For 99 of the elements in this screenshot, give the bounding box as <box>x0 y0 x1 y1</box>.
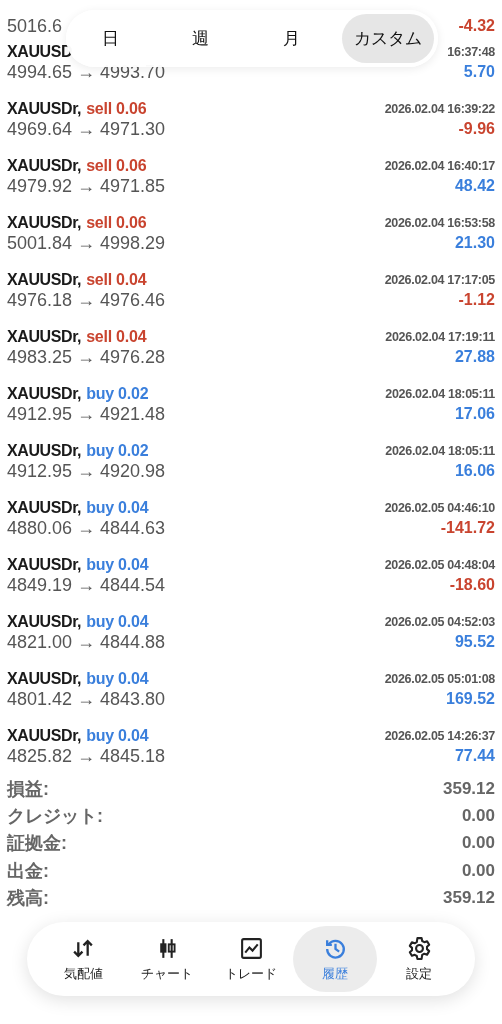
trade-profit: 77.44 <box>454 747 495 765</box>
order-type: buy <box>86 442 114 460</box>
trade-prices: 4969.64 → 4971.30 <box>7 118 166 140</box>
trade-prices: 4801.42 → 4843.80 <box>7 688 166 710</box>
symbol-label: XAUUSDr, <box>7 214 82 232</box>
period-tab[interactable]: 週 <box>160 14 241 63</box>
symbol-label: XAUUSDr, <box>7 727 82 745</box>
trade-time: 2026.02.04 18:05:11 <box>385 444 495 458</box>
symbol-label: XAUUSDr, <box>7 499 82 517</box>
trade-profit: 169.52 <box>446 690 495 708</box>
line-chart-icon <box>238 936 264 961</box>
order-volume: 0.04 <box>118 556 149 574</box>
trade-time: 2026.02.04 17:17:05 <box>384 273 495 287</box>
trade-time: 16:37:48 <box>447 45 495 59</box>
trade-prices: 4880.06 → 4844.63 <box>7 517 166 539</box>
summary-value: 359.12 <box>443 778 495 799</box>
order-type: sell <box>86 214 113 232</box>
trade-prices: 4912.95 → 4920.98 <box>7 460 166 482</box>
order-volume: 0.04 <box>118 727 149 745</box>
order-volume: 0.04 <box>118 613 149 631</box>
trade-prices: 4825.82 → 4845.18 <box>7 745 166 767</box>
symbol-label: XAUUSDr, <box>7 670 82 688</box>
order-volume: 0.02 <box>118 385 149 403</box>
order-type: sell <box>86 100 113 118</box>
order-volume: 0.04 <box>118 499 149 517</box>
symbol-label: XAUUSDr, <box>7 100 82 118</box>
trade-profit: -18.60 <box>449 576 495 594</box>
trade-prices: 4976.18 → 4976.46 <box>7 289 166 311</box>
order-type: buy <box>86 727 114 745</box>
order-type: buy <box>86 385 114 403</box>
summary-value: 359.12 <box>443 887 495 908</box>
order-type: sell <box>86 157 113 175</box>
trade-time: 2026.02.04 16:39:22 <box>384 102 495 116</box>
trade-profit: 17.06 <box>454 405 495 423</box>
summary-value: 0.00 <box>461 805 495 826</box>
nav-tab[interactable]: チャート <box>125 926 209 993</box>
trade-profit: 16.06 <box>454 462 495 480</box>
summary-label: 損益: <box>7 777 49 801</box>
trade-prices: 4821.00 → 4844.88 <box>7 631 166 653</box>
order-volume: 0.06 <box>116 157 147 175</box>
order-type: sell <box>86 328 113 346</box>
nav-tab[interactable]: 気配値 <box>41 926 125 993</box>
trade-profit: 21.30 <box>454 234 495 252</box>
settings-icon <box>406 936 432 961</box>
symbol-label: XAUUSDr, <box>7 271 82 289</box>
trade-time: 2026.02.04 18:05:11 <box>385 387 495 401</box>
trade-time: 2026.02.05 04:48:04 <box>384 558 495 572</box>
symbol-label: XAUUSDr, <box>7 613 82 631</box>
symbol-label: XAUUSDr, <box>7 385 82 403</box>
summary-label: 残高: <box>7 886 49 910</box>
summary-label: 証拠金: <box>7 832 67 856</box>
order-volume: 0.04 <box>118 670 149 688</box>
trade-prices: 4983.25 → 4976.28 <box>7 346 166 368</box>
trade-time: 2026.02.04 16:53:58 <box>384 216 495 230</box>
summary-label: 出金: <box>7 859 49 883</box>
trade-time: 2026.02.05 04:52:03 <box>384 615 495 629</box>
trade-time: 2026.02.05 05:01:08 <box>384 672 495 686</box>
nav-tab[interactable]: 設定 <box>377 926 461 993</box>
trade-prices: 5001.84 → 4998.29 <box>7 232 166 254</box>
period-tab[interactable]: 月 <box>251 14 332 63</box>
period-tab[interactable]: カスタム <box>341 14 434 63</box>
symbol-label: XAUUSDr, <box>7 556 82 574</box>
trade-prices: 4849.19 → 4844.54 <box>7 574 166 596</box>
order-type: buy <box>86 670 114 688</box>
period-tab[interactable]: 日 <box>70 14 150 63</box>
trade-prices: 5016.6 <box>7 15 63 37</box>
symbol-label: XAUUSDr, <box>7 157 82 175</box>
trade-prices: 4979.92 → 4971.85 <box>7 175 166 197</box>
trade-time: 2026.02.05 14:26:37 <box>384 729 495 743</box>
summary-value: 0.00 <box>461 860 495 881</box>
symbol-label: XAUUSDr, <box>7 442 82 460</box>
order-volume: 0.04 <box>116 328 147 346</box>
order-type: buy <box>86 613 114 631</box>
order-volume: 0.04 <box>116 271 147 289</box>
order-volume: 0.02 <box>118 442 149 460</box>
trade-prices: 4912.95 → 4921.48 <box>7 403 166 425</box>
order-volume: 0.06 <box>116 100 147 118</box>
summary-label: クレジット: <box>7 804 103 828</box>
trade-time: 2026.02.05 04:46:10 <box>384 501 495 515</box>
order-type: buy <box>86 556 114 574</box>
symbol-label: XAUUSD <box>7 43 73 61</box>
trade-profit: 48.42 <box>454 177 495 195</box>
order-volume: 0.06 <box>116 214 147 232</box>
order-type: buy <box>86 499 114 517</box>
summary-value: 0.00 <box>461 833 495 854</box>
trade-profit: 27.88 <box>454 348 495 366</box>
trade-time: 2026.02.04 16:40:17 <box>384 159 495 173</box>
trade-time: 2026.02.04 17:19:11 <box>385 330 495 344</box>
trade-profit: 5.70 <box>463 63 495 81</box>
nav-tab[interactable]: 履歴 <box>293 926 377 993</box>
trade-prices: 4994.65 → 4993.70 <box>7 61 166 83</box>
trade-profit: -141.72 <box>440 519 495 537</box>
trade-profit: -1.12 <box>458 291 495 309</box>
symbol-label: XAUUSDr, <box>7 328 82 346</box>
trade-profit: -9.96 <box>458 120 495 138</box>
trade-profit: 95.52 <box>454 633 495 651</box>
nav-tab[interactable]: トレード <box>209 926 293 993</box>
trade-profit: -4.32 <box>458 17 495 35</box>
order-type: sell <box>86 271 113 289</box>
